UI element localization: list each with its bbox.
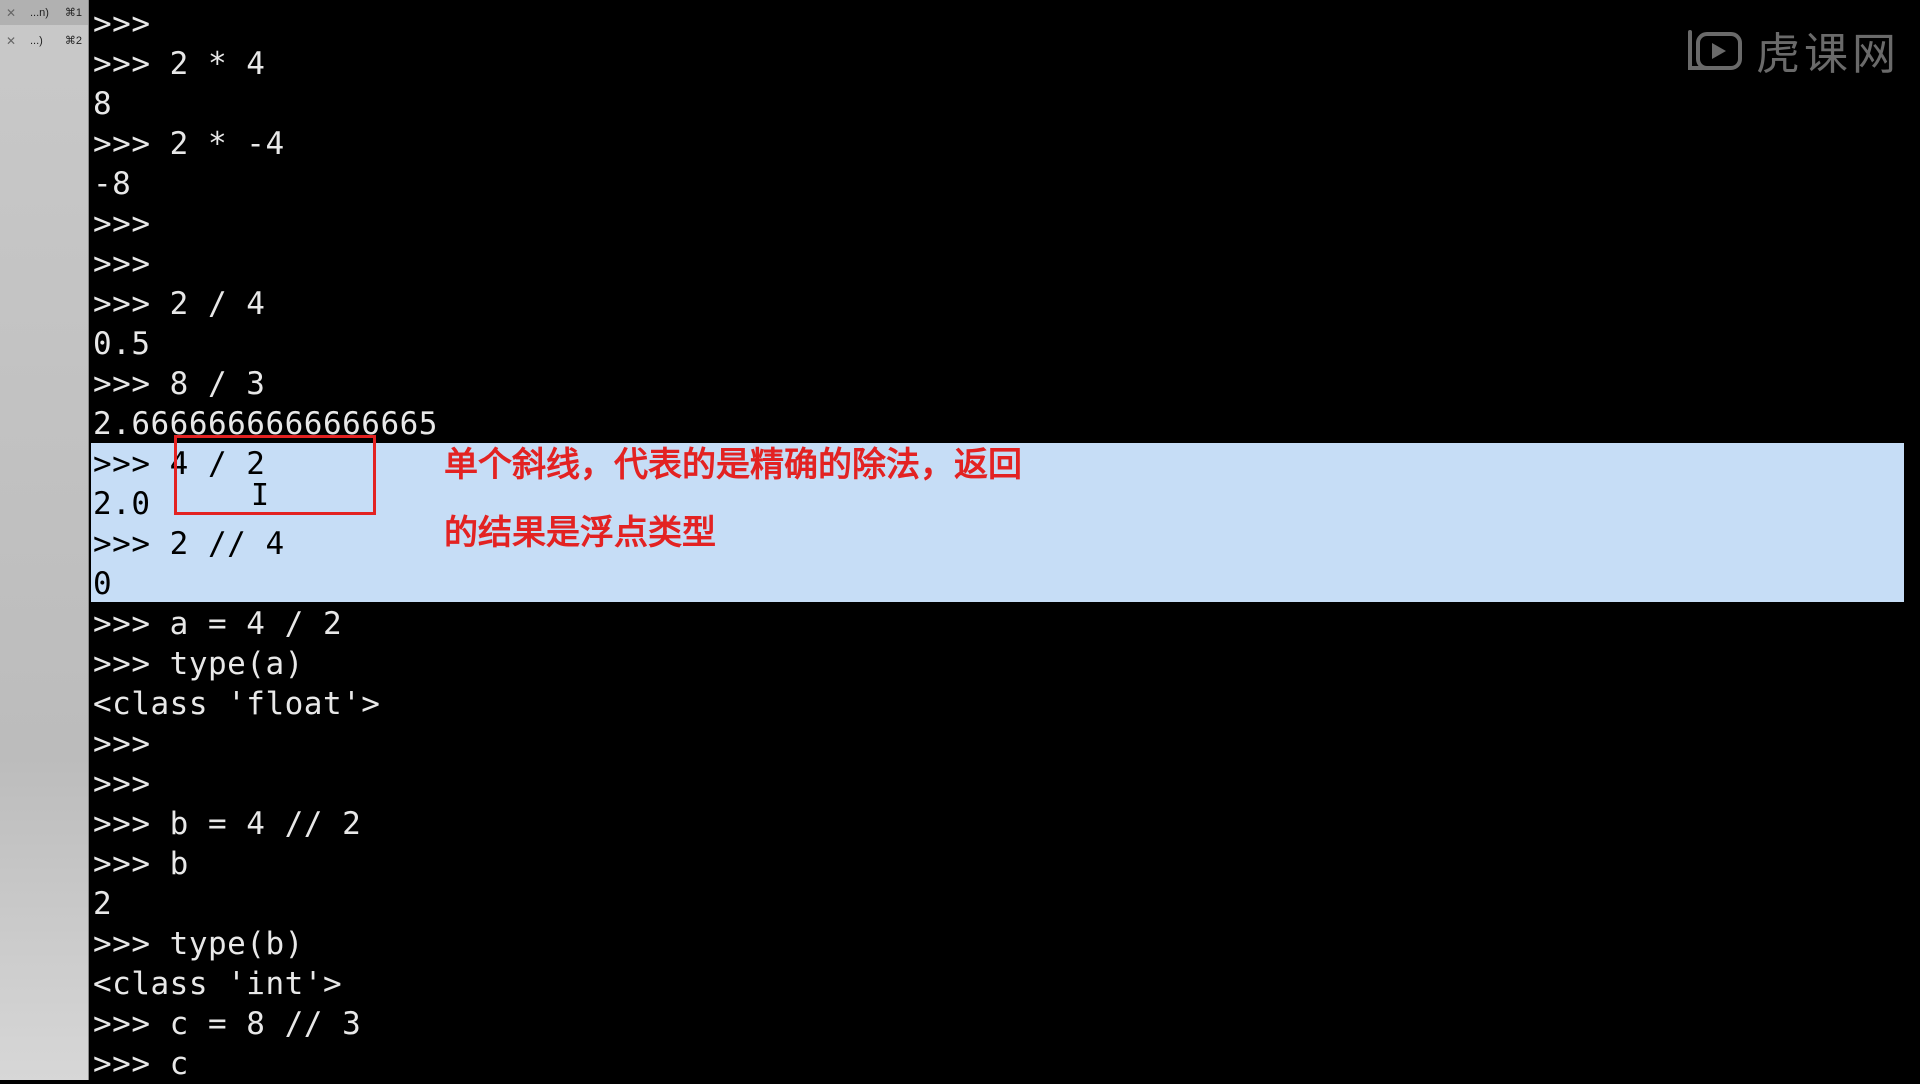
tab-label: ...): [30, 34, 43, 47]
tab-session-1[interactable]: ✕ ...n) ⌘1: [0, 0, 88, 25]
terminal-line: 2: [93, 886, 113, 922]
terminal-line: 2.0: [93, 486, 151, 522]
highlight-box: [174, 435, 376, 515]
terminal-line: >>>: [93, 206, 151, 242]
terminal-line: >>> type(a): [93, 646, 304, 682]
terminal-output[interactable]: >>> >>> 2 * 4 8 >>> 2 * -4 -8 >>> >>> >>> 2 / 4…: [89, 0, 1920, 1082]
terminal-line: >>> b: [93, 846, 189, 882]
terminal-line: 0.5: [93, 326, 151, 362]
terminal-line: >>> c: [93, 1046, 189, 1082]
watermark: 虎课网: [1682, 18, 1900, 82]
close-icon[interactable]: ✕: [6, 34, 20, 48]
close-icon[interactable]: ✕: [6, 6, 20, 20]
terminal-line: <class 'float'>: [93, 686, 381, 722]
terminal-line: 0: [93, 566, 113, 602]
terminal-line: >>>: [93, 6, 151, 42]
terminal-line: >>> 8 / 3: [93, 366, 266, 402]
tab-shortcut: ⌘2: [64, 35, 82, 47]
play-logo-icon: [1688, 30, 1742, 70]
watermark-text: 虎课网: [1756, 29, 1900, 80]
terminal-line: 8: [93, 86, 113, 122]
terminal-line: >>>: [93, 246, 151, 282]
terminal-line: >>> a = 4 / 2: [93, 606, 343, 642]
tab-shortcut: ⌘1: [64, 7, 82, 19]
terminal-line: >>> 2 * -4: [93, 126, 285, 162]
terminal-line: >>> type(b): [93, 926, 304, 962]
terminal-line: <class 'int'>: [93, 966, 343, 1002]
annotation-line-1: 单个斜线，代表的是精确的除法，返回: [444, 445, 1022, 485]
terminal-line: >>> b = 4 // 2: [93, 806, 362, 842]
terminal-line: >>>: [93, 726, 151, 762]
terminal-line: >>> c = 8 // 3: [93, 1006, 362, 1042]
tab-label: ...n): [30, 6, 49, 19]
terminal-line: >>>: [93, 766, 151, 802]
tab-sidebar: ✕ ...n) ⌘1 ✕ ...) ⌘2: [0, 0, 89, 1080]
terminal-line: >>> 2 / 4: [93, 286, 266, 322]
annotation-line-2: 的结果是浮点类型: [444, 513, 716, 553]
terminal-line: >>> 2 * 4: [93, 46, 266, 82]
terminal-line: >>> 2 // 4: [93, 526, 285, 562]
terminal-line: -8: [93, 166, 132, 202]
tab-session-2[interactable]: ✕ ...) ⌘2: [0, 28, 88, 53]
text-cursor-icon: I: [251, 478, 269, 514]
